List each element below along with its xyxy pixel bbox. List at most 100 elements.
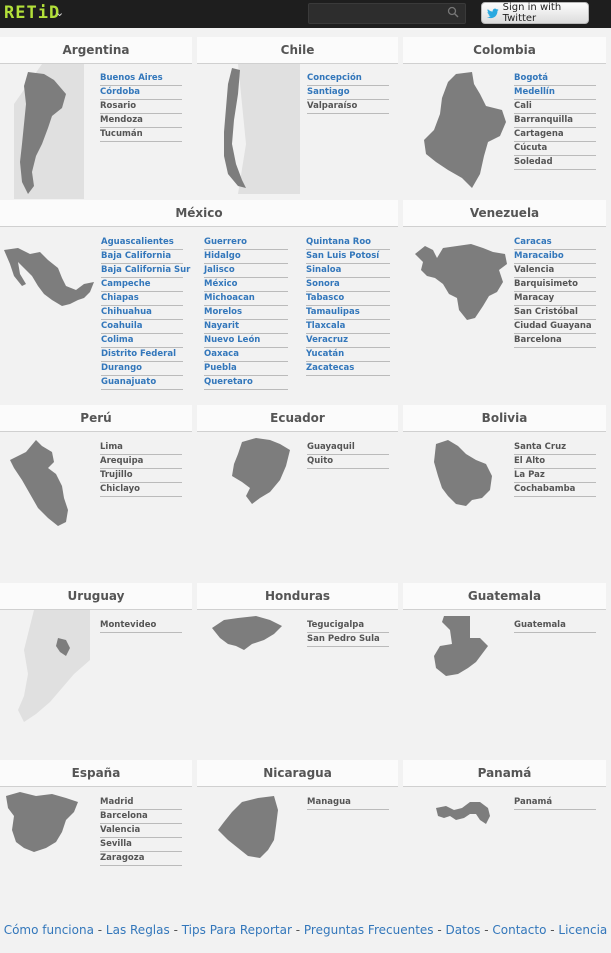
country-title[interactable]: Nicaragua xyxy=(197,760,398,787)
city-link[interactable]: Sinaloa xyxy=(306,264,390,278)
country-title[interactable]: Colombia xyxy=(403,37,606,64)
footer-link-preguntas[interactable]: Preguntas Frecuentes xyxy=(304,923,434,937)
footer-link-licencia[interactable]: Licencia xyxy=(558,923,607,937)
chile-map-icon[interactable] xyxy=(218,64,300,194)
country-title[interactable]: Perú xyxy=(0,405,192,432)
city-item: Cartagena xyxy=(514,128,596,142)
city-item: San Pedro Sula xyxy=(307,633,389,647)
city-link[interactable]: Michoacan xyxy=(204,292,288,306)
city-list-honduras: Tegucigalpa San Pedro Sula xyxy=(307,619,389,647)
logo[interactable]: RETiD xyxy=(4,3,60,23)
venezuela-map-icon[interactable] xyxy=(413,240,509,322)
city-link[interactable]: Campeche xyxy=(101,278,183,292)
chevron-down-icon[interactable]: ⌄ xyxy=(55,6,64,19)
city-link[interactable]: Maracaibo xyxy=(514,250,596,264)
city-link[interactable]: Morelos xyxy=(204,306,288,320)
colombia-map-icon[interactable] xyxy=(422,70,508,190)
city-item: Barquisimeto xyxy=(514,278,596,292)
country-card-bolivia: Bolivia xyxy=(403,405,606,432)
city-link[interactable]: Veracruz xyxy=(306,334,390,348)
nicaragua-map-icon[interactable] xyxy=(214,796,280,860)
guatemala-map-icon[interactable] xyxy=(432,616,494,678)
city-link[interactable]: Caracas xyxy=(514,236,596,250)
city-link[interactable]: Queretaro xyxy=(204,376,288,390)
city-link[interactable]: San Luis Potosí xyxy=(306,250,390,264)
city-link[interactable]: Hidalgo xyxy=(204,250,288,264)
city-item: Barranquilla xyxy=(514,114,596,128)
city-item: San Cristóbal xyxy=(514,306,596,320)
city-link[interactable]: México xyxy=(204,278,288,292)
city-link[interactable]: Guanajuato xyxy=(101,376,183,390)
footer-link-tips[interactable]: Tips Para Reportar xyxy=(182,923,292,937)
search-icon[interactable] xyxy=(447,6,459,18)
footer-link-como-funciona[interactable]: Cómo funciona xyxy=(4,923,94,937)
city-link[interactable]: Nuevo León xyxy=(204,334,288,348)
search-input[interactable] xyxy=(308,3,466,24)
footer-link-reglas[interactable]: Las Reglas xyxy=(106,923,170,937)
city-link[interactable]: Tabasco xyxy=(306,292,390,306)
panama-map-icon[interactable] xyxy=(434,800,492,828)
city-link[interactable]: Quintana Roo xyxy=(306,236,390,250)
city-item: Tucumán xyxy=(100,128,182,142)
country-title[interactable]: Chile xyxy=(197,37,398,64)
city-link[interactable]: Jalisco xyxy=(204,264,288,278)
city-link[interactable]: Chihuahua xyxy=(101,306,183,320)
city-link[interactable]: Oaxaca xyxy=(204,348,288,362)
uruguay-map-icon[interactable] xyxy=(14,610,90,722)
city-link[interactable]: Yucatán xyxy=(306,348,390,362)
city-item: Montevideo xyxy=(100,619,182,633)
city-link[interactable]: Colima xyxy=(101,334,183,348)
city-link[interactable]: Chiapas xyxy=(101,292,183,306)
country-card-espana: España xyxy=(0,760,192,787)
city-link[interactable]: Concepción xyxy=(307,72,389,86)
espana-map-icon[interactable] xyxy=(2,790,80,854)
country-title[interactable]: España xyxy=(0,760,192,787)
city-link[interactable]: Sonora xyxy=(306,278,390,292)
city-link[interactable]: Puebla xyxy=(204,362,288,376)
city-link[interactable]: Santiago xyxy=(307,86,389,100)
city-list-mexico-col3: Quintana Roo San Luis Potosí Sinaloa Son… xyxy=(306,236,390,376)
city-link[interactable]: Nayarit xyxy=(204,320,288,334)
city-item: Quito xyxy=(307,455,389,469)
peru-map-icon[interactable] xyxy=(8,438,72,528)
city-link[interactable]: Tlaxcala xyxy=(306,320,390,334)
country-title[interactable]: Uruguay xyxy=(0,583,192,610)
city-link[interactable]: Zacatecas xyxy=(306,362,390,376)
footer-link-datos[interactable]: Datos xyxy=(446,923,481,937)
city-item: Maracay xyxy=(514,292,596,306)
city-link[interactable]: Baja California Sur xyxy=(101,264,190,278)
city-link[interactable]: Durango xyxy=(101,362,183,376)
city-item: Trujillo xyxy=(100,469,182,483)
city-link[interactable]: Distrito Federal xyxy=(101,348,183,362)
city-link[interactable]: Medellín xyxy=(514,86,596,100)
city-item: Rosario xyxy=(100,100,182,114)
country-card-honduras: Honduras xyxy=(197,583,398,610)
bolivia-map-icon[interactable] xyxy=(432,438,496,506)
city-link[interactable]: Guerrero xyxy=(204,236,288,250)
city-link[interactable]: Aguascalientes xyxy=(101,236,183,250)
footer-separator: - xyxy=(433,923,446,937)
city-link[interactable]: Buenos Aires xyxy=(100,72,182,86)
city-link[interactable]: Bogotá xyxy=(514,72,596,86)
country-title[interactable]: Argentina xyxy=(0,37,192,64)
country-title[interactable]: México xyxy=(0,200,398,227)
honduras-map-icon[interactable] xyxy=(210,614,284,654)
city-list-espana: Madrid Barcelona Valencia Sevilla Zarago… xyxy=(100,796,182,866)
mexico-map-icon[interactable] xyxy=(4,246,94,308)
argentina-map-icon[interactable] xyxy=(14,64,84,199)
country-title[interactable]: Bolivia xyxy=(403,405,606,432)
country-title[interactable]: Panamá xyxy=(403,760,606,787)
country-title[interactable]: Venezuela xyxy=(403,200,606,227)
city-link[interactable]: Baja California xyxy=(101,250,183,264)
footer-link-contacto[interactable]: Contacto xyxy=(492,923,546,937)
city-link[interactable]: Tamaulipas xyxy=(306,306,390,320)
city-link[interactable]: Coahuila xyxy=(101,320,183,334)
ecuador-map-icon[interactable] xyxy=(228,436,292,506)
city-item: Mendoza xyxy=(100,114,182,128)
city-link[interactable]: Córdoba xyxy=(100,86,182,100)
twitter-sign-in-button[interactable]: Sign in with Twitter xyxy=(481,2,589,24)
country-title[interactable]: Ecuador xyxy=(197,405,398,432)
country-title[interactable]: Guatemala xyxy=(403,583,606,610)
city-item: Arequipa xyxy=(100,455,182,469)
country-title[interactable]: Honduras xyxy=(197,583,398,610)
